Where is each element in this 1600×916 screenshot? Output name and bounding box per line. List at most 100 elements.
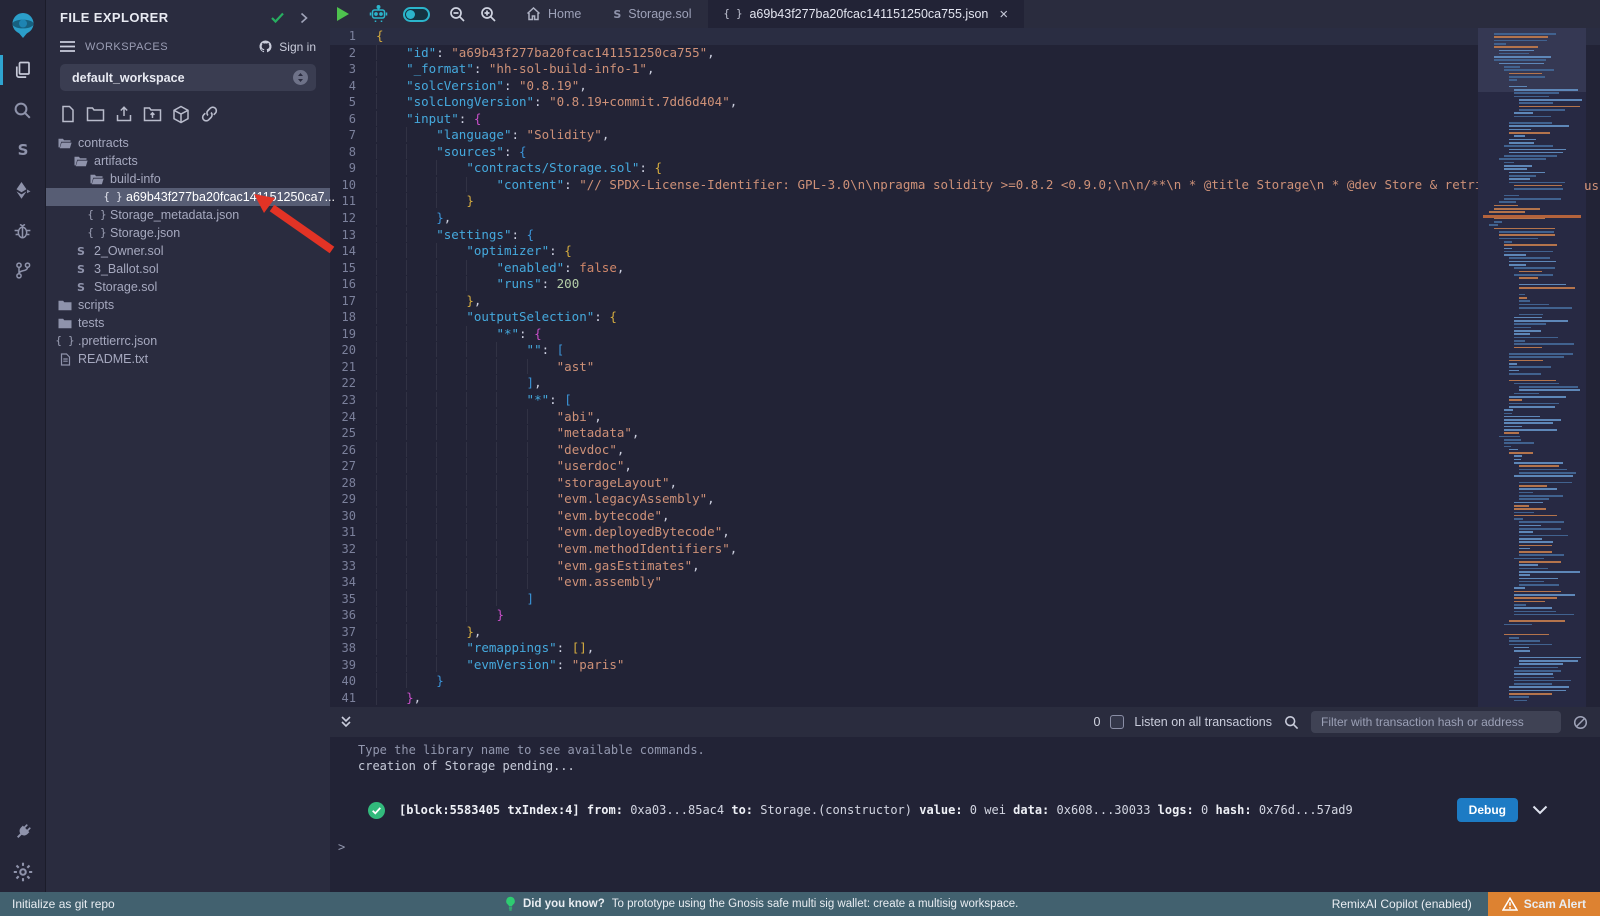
tab-a69b43f277ba20fcac141151250ca755-json[interactable]: { } a69b43f277ba20fcac141151250ca755.json… [708, 0, 1025, 28]
settings-icon[interactable] [0, 852, 46, 892]
terminal-prompt[interactable]: > [330, 822, 1600, 854]
editor-minimap[interactable] [1478, 28, 1586, 707]
deploy-run-icon[interactable] [0, 170, 46, 210]
tree-item-2-owner-sol[interactable]: S2_Owner.sol [46, 242, 330, 260]
icon-sidebar: S [0, 0, 46, 892]
code-line: 21 "ast" [330, 359, 1600, 376]
code-line: 28 "storageLayout", [330, 475, 1600, 492]
json-icon: { } [724, 8, 743, 20]
tree-item-contracts[interactable]: contracts [46, 134, 330, 152]
clear-console-icon[interactable] [1571, 715, 1588, 730]
folder-open-icon [74, 156, 88, 167]
code-line: 18 "outputSelection": { [330, 309, 1600, 326]
new-file-icon[interactable] [60, 105, 76, 124]
ai-copilot-robot-icon[interactable] [361, 5, 396, 23]
code-line: 5 "solcLongVersion": "0.8.19+commit.7dd6… [330, 94, 1600, 111]
tree-item--prettierrc-json[interactable]: { }.prettierrc.json [46, 332, 330, 350]
tree-item-label: contracts [78, 136, 129, 150]
code-line: 4 "solcVersion": "0.8.19", [330, 78, 1600, 95]
zoom-out-icon[interactable] [442, 6, 473, 23]
json-icon: { } [90, 227, 104, 239]
listen-all-label: Listen on all transactions [1134, 715, 1272, 729]
debugger-icon[interactable] [0, 210, 46, 250]
accept-check-icon[interactable] [263, 11, 292, 24]
run-script-button[interactable] [330, 7, 356, 21]
github-icon [257, 39, 274, 54]
remix-logo[interactable] [0, 2, 46, 50]
file-explorer-icon[interactable] [0, 50, 46, 90]
tree-item-storage-sol[interactable]: SStorage.sol [46, 278, 330, 296]
double-chevron-down-icon[interactable] [338, 715, 354, 729]
code-line: 38 "remappings": [], [330, 640, 1600, 657]
code-line: 29 "evm.legacyAssembly", [330, 491, 1600, 508]
transaction-log-row[interactable]: [block:5583405 txIndex:4] from: 0xa03...… [330, 798, 1600, 822]
tree-item-label: Storage.json [110, 226, 180, 240]
tab-label: Home [548, 7, 581, 21]
transaction-filter-input[interactable] [1311, 711, 1561, 733]
success-check-icon [368, 802, 385, 819]
tree-item-label: a69b43f277ba20fcac141151250ca7... [126, 190, 335, 204]
code-line: 37 }, [330, 624, 1600, 641]
panel-title: FILE EXPLORER [60, 10, 263, 25]
link-icon[interactable] [200, 105, 219, 124]
upload-file-icon[interactable] [115, 105, 133, 124]
tree-item-artifacts[interactable]: artifacts [46, 152, 330, 170]
tree-item-storage-json[interactable]: { } Storage.json [46, 224, 330, 242]
expand-transaction-icon[interactable] [1532, 805, 1548, 815]
search-icon[interactable] [0, 90, 46, 130]
json-icon: { } [58, 335, 72, 347]
workspace-select[interactable]: default_workspace [60, 64, 316, 91]
close-tab-icon[interactable]: × [999, 6, 1008, 23]
zoom-in-icon[interactable] [473, 6, 504, 23]
tree-item-tests[interactable]: tests [46, 314, 330, 332]
debug-button[interactable]: Debug [1457, 798, 1518, 822]
file-icon [58, 353, 72, 366]
transaction-count: 0 [1093, 715, 1100, 729]
code-line: 30 "evm.bytecode", [330, 508, 1600, 525]
code-line: 8 "sources": { [330, 144, 1600, 161]
status-bar: Initialize as git repo Did you know? To … [0, 892, 1600, 916]
tree-item-3-ballot-sol[interactable]: S3_Ballot.sol [46, 260, 330, 278]
tree-item-build-info[interactable]: build-info [46, 170, 330, 188]
terminal-search-icon[interactable] [1282, 715, 1301, 730]
terminal-line: creation of Storage pending... [358, 758, 1600, 774]
code-line: 25 "metadata", [330, 425, 1600, 442]
code-line: 19 "*": { [330, 326, 1600, 343]
copilot-toggle[interactable] [396, 7, 437, 22]
chevron-right-icon[interactable] [292, 12, 316, 24]
listen-all-checkbox[interactable] [1110, 715, 1124, 729]
code-line: 39 "evmVersion": "paris" [330, 657, 1600, 674]
plugin-manager-icon[interactable] [0, 812, 46, 852]
workspaces-menu-icon[interactable] [60, 41, 75, 53]
home-icon [526, 7, 541, 21]
tab-storage-sol[interactable]: SStorage.sol [597, 0, 707, 28]
cube-icon[interactable] [172, 105, 190, 124]
copilot-status[interactable]: RemixAI Copilot (enabled) [1332, 897, 1472, 911]
tree-item-storage-metadata-json[interactable]: { }Storage_metadata.json [46, 206, 330, 224]
solidity-compiler-icon[interactable]: S [0, 130, 46, 170]
tab-home[interactable]: Home [510, 0, 597, 28]
code-line: 14 "optimizer": { [330, 243, 1600, 260]
svg-text:S: S [17, 141, 28, 159]
tree-item-readme-txt[interactable]: README.txt [46, 350, 330, 368]
upload-folder-icon[interactable] [143, 105, 162, 124]
tree-item-scripts[interactable]: scripts [46, 296, 330, 314]
code-line: 9 "contracts/Storage.sol": { [330, 160, 1600, 177]
scam-alert-button[interactable]: Scam Alert [1488, 892, 1600, 916]
clipped-code-fragment: us [1584, 178, 1599, 193]
tab-label: a69b43f277ba20fcac141151250ca755.json [749, 7, 988, 21]
warning-icon [1502, 897, 1518, 911]
init-git-repo-button[interactable]: Initialize as git repo [0, 897, 115, 911]
code-editor[interactable]: 1{2 "id": "a69b43f277ba20fcac141151250ca… [330, 28, 1600, 707]
tree-item-a69b43f277ba20fcac141151250ca7-[interactable]: { }a69b43f277ba20fcac141151250ca7... [46, 188, 330, 206]
did-you-know-tip: Did you know? To prototype using the Gno… [505, 896, 1018, 912]
tree-item-label: build-info [110, 172, 161, 186]
editor-topbar: Home SStorage.sol { } a69b43f277ba20fcac141… [330, 0, 1600, 28]
code-line: 10 "content": "// SPDX-License-Identifie… [330, 177, 1600, 194]
git-icon[interactable] [0, 250, 46, 290]
new-folder-icon[interactable] [86, 105, 105, 124]
tree-item-label: 3_Ballot.sol [94, 262, 159, 276]
code-line: 23 "*": [ [330, 392, 1600, 409]
terminal[interactable]: Type the library name to see available c… [330, 737, 1600, 892]
sign-in-button[interactable]: Sign in [257, 39, 316, 54]
